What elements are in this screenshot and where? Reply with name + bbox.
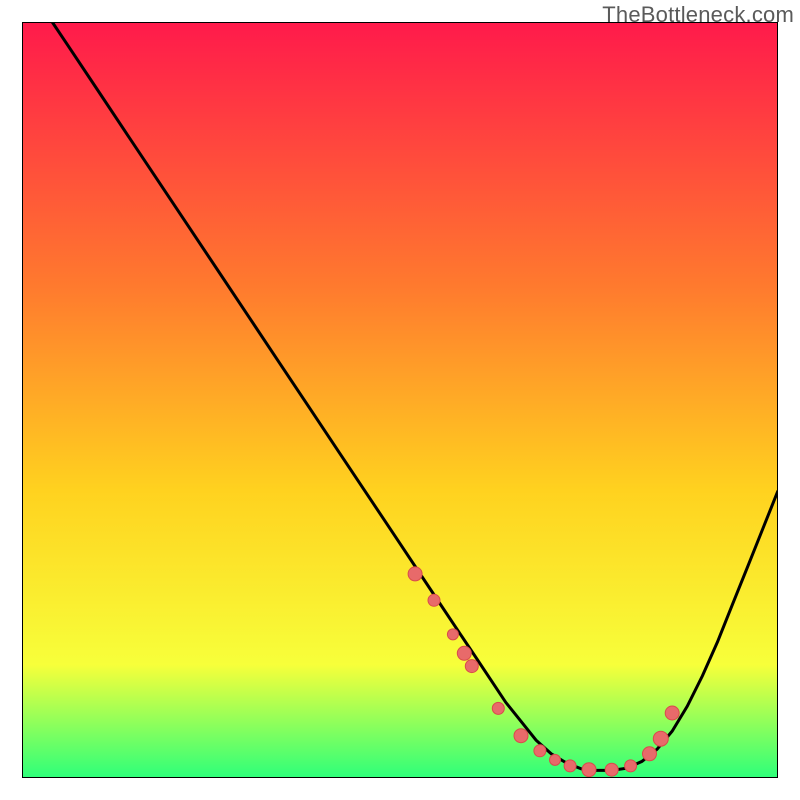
chart-svg [22, 22, 778, 778]
highlight-dot [643, 747, 657, 761]
highlight-dot [492, 702, 504, 714]
highlight-dot [447, 629, 458, 640]
highlight-dot [457, 646, 471, 660]
plot-area [22, 22, 778, 778]
highlight-dot [534, 745, 546, 757]
highlight-dot [665, 706, 679, 720]
highlight-dot [514, 729, 528, 743]
highlight-dot [564, 760, 576, 772]
highlight-dot [582, 763, 596, 777]
highlight-dot [653, 731, 668, 746]
highlight-dot [428, 594, 440, 606]
highlight-dot [408, 567, 422, 581]
highlight-dot [465, 660, 478, 673]
chart-canvas: TheBottleneck.com [0, 0, 800, 800]
highlight-dot [550, 754, 561, 765]
highlight-dot [605, 763, 618, 776]
gradient-background [22, 22, 778, 778]
highlight-dot [625, 760, 637, 772]
